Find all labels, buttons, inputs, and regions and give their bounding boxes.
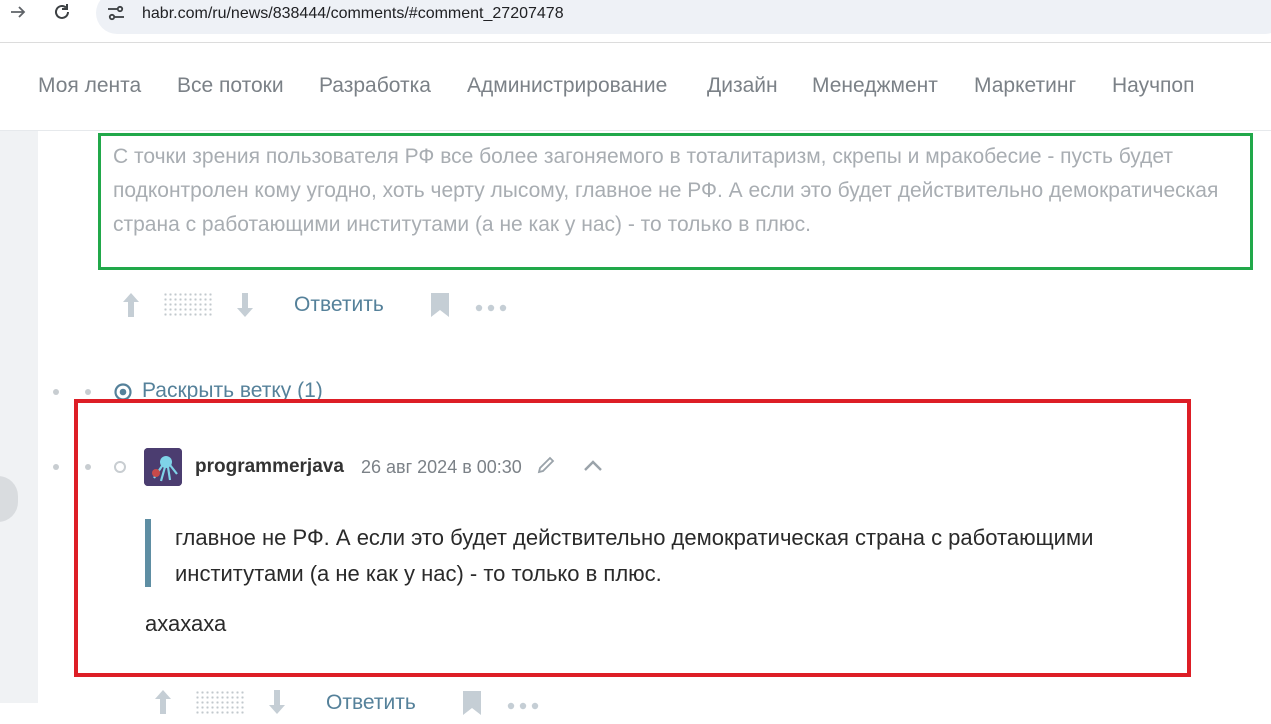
vote-down-icon[interactable] <box>235 291 255 319</box>
rating-placeholder <box>195 690 245 716</box>
bookmark-icon[interactable] <box>430 292 450 318</box>
reply-button[interactable]: Ответить <box>326 691 416 715</box>
nav-item-management[interactable]: Менеджмент <box>812 74 938 98</box>
reply-comment-actions: Ответить <box>153 684 553 724</box>
red-highlight-box <box>74 399 1191 677</box>
site-info-icon[interactable] <box>106 4 126 24</box>
nav-item-development[interactable]: Разработка <box>319 74 431 98</box>
nav-item-design[interactable]: Дизайн <box>707 74 778 98</box>
bookmark-icon[interactable] <box>462 690 482 716</box>
green-highlight-box <box>98 133 1253 270</box>
rating-placeholder <box>163 292 213 318</box>
vote-up-icon[interactable] <box>121 291 141 319</box>
thread-dot <box>53 464 59 470</box>
flows-navigation: Моя лента Все потоки Разработка Админист… <box>0 43 1271 131</box>
thread-dot <box>53 389 59 395</box>
more-icon[interactable] <box>475 300 507 312</box>
arrow-right-icon[interactable] <box>6 2 30 26</box>
address-bar[interactable]: habr.com/ru/news/838444/comments/#commen… <box>96 0 1271 34</box>
parent-comment-actions: Ответить <box>121 286 521 326</box>
thread-dot <box>85 389 91 395</box>
url-text[interactable]: habr.com/ru/news/838444/comments/#commen… <box>142 5 564 23</box>
nav-item-all-flows[interactable]: Все потоки <box>177 74 284 98</box>
nav-item-popsci[interactable]: Научпоп <box>1112 74 1194 98</box>
browser-toolbar: habr.com/ru/news/838444/comments/#commen… <box>0 0 1271 43</box>
reload-icon[interactable] <box>50 2 74 26</box>
nav-item-administration[interactable]: Администрирование <box>467 74 667 98</box>
reply-button[interactable]: Ответить <box>294 293 384 317</box>
vote-down-icon[interactable] <box>267 688 287 716</box>
nav-item-my-feed[interactable]: Моя лента <box>38 74 141 98</box>
more-icon[interactable] <box>507 698 539 710</box>
vote-up-icon[interactable] <box>153 688 173 716</box>
nav-item-marketing[interactable]: Маркетинг <box>974 74 1076 98</box>
